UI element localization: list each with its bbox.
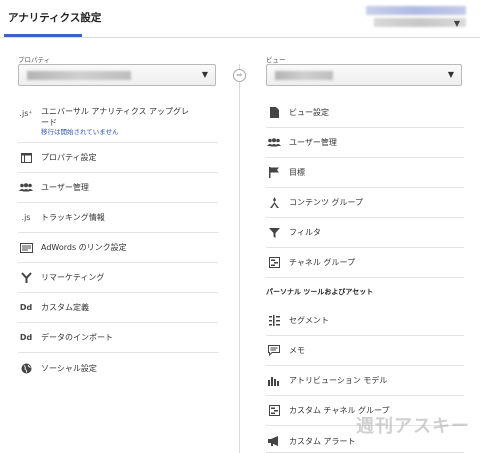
view-item-label: ビュー設定: [289, 108, 329, 117]
js-upgrade-icon: .js⁺: [19, 108, 33, 118]
column-divider: [239, 64, 240, 453]
property-item-label: データのインポート: [41, 333, 113, 342]
view-menu: ビュー設定 ユーザー管理 目標 コンテンツ グループ フィルタ チャネル グルー…: [266, 98, 464, 453]
chevron-down-icon: ▼: [447, 70, 454, 79]
property-item-label: リマーケティング: [41, 273, 105, 282]
property-select[interactable]: ▼: [18, 64, 216, 86]
property-item-label: AdWords のリンク設定: [41, 243, 127, 252]
view-item-content-groups[interactable]: コンテンツ グループ: [266, 188, 464, 218]
document-icon: [266, 106, 282, 120]
personal-tools-heading: パーソナル ツールおよびアセット: [266, 288, 374, 296]
property-column-label: プロパティ: [18, 56, 51, 64]
property-item-upgrade[interactable]: .js⁺ ユニバーサル アナリティクス アップグレード 移行は開始されていません: [18, 98, 218, 143]
view-item-segments[interactable]: セグメント: [266, 306, 464, 336]
view-item-label: コンテンツ グループ: [289, 198, 364, 207]
view-item-filters[interactable]: フィルタ: [266, 218, 464, 248]
users-icon: [266, 136, 282, 150]
property-item-label: プロパティ設定: [41, 153, 97, 162]
globe-icon: [18, 361, 34, 375]
view-item-attribution-models[interactable]: アトリビューション モデル: [266, 366, 464, 396]
remarketing-icon: [18, 271, 34, 285]
property-item-remarketing[interactable]: リマーケティング: [18, 263, 218, 293]
view-item-label: セグメント: [289, 316, 329, 325]
property-select-value-redacted: [27, 71, 131, 80]
top-bar: アナリティクス設定 ▼: [0, 0, 480, 38]
dd-icon: Dd: [19, 303, 33, 312]
property-item-custom-definitions[interactable]: Dd カスタム定義: [18, 293, 218, 323]
view-select-value-redacted: [275, 71, 333, 80]
view-item-settings[interactable]: ビュー設定: [266, 98, 464, 128]
account-id-redacted: [374, 18, 466, 27]
watermark: 週刊アスキー: [356, 416, 470, 437]
megaphone-icon: [266, 434, 282, 448]
filter-icon: [266, 226, 282, 240]
window-icon: [18, 151, 34, 165]
upgrade-status-link[interactable]: 移行は開始されていません: [41, 128, 191, 137]
view-item-channel-groups[interactable]: チャネル グループ: [266, 248, 464, 278]
property-item-adwords-link[interactable]: AdWords のリンク設定: [18, 233, 218, 263]
view-item-label: メモ: [289, 346, 305, 355]
dd-icon: Dd: [19, 333, 33, 342]
channel-group-icon: [266, 256, 282, 270]
view-item-label: ユーザー管理: [289, 138, 337, 147]
property-item-settings[interactable]: プロパティ設定: [18, 143, 218, 173]
view-item-label: アトリビューション モデル: [289, 376, 388, 385]
account-switcher[interactable]: ▼: [356, 6, 466, 30]
flag-icon: [266, 166, 282, 180]
view-select[interactable]: ▼: [266, 64, 462, 86]
view-item-label: カスタム アラート: [289, 436, 356, 446]
property-item-tracking-info[interactable]: .js トラッキング情報: [18, 203, 218, 233]
property-item-data-import[interactable]: Dd データのインポート: [18, 323, 218, 353]
users-icon: [18, 181, 34, 195]
content-group-icon: [266, 196, 282, 210]
property-menu: .js⁺ ユニバーサル アナリティクス アップグレード 移行は開始されていません…: [18, 98, 218, 383]
channel-group-icon: [266, 404, 282, 418]
chevron-down-icon: ▼: [453, 19, 460, 28]
property-item-label: ユニバーサル アナリティクス アップグレード: [41, 107, 190, 127]
chevron-down-icon: ▼: [201, 70, 208, 79]
segment-icon: [266, 314, 282, 328]
bar-chart-icon: [266, 374, 282, 388]
view-item-label: チャネル グループ: [289, 258, 355, 267]
property-item-label: カスタム定義: [41, 303, 89, 312]
active-tab-indicator: [4, 34, 82, 37]
view-item-label: フィルタ: [289, 228, 321, 237]
view-item-label: 目標: [289, 168, 305, 177]
arrow-right-icon: ⇨: [236, 71, 243, 79]
property-item-label: ユーザー管理: [41, 183, 89, 192]
property-item-user-management[interactable]: ユーザー管理: [18, 173, 218, 203]
account-name-redacted: [366, 6, 466, 15]
view-column-label: ビュー: [266, 56, 286, 64]
page-title[interactable]: アナリティクス設定: [8, 10, 101, 25]
adwords-icon: [18, 241, 34, 255]
view-item-goals[interactable]: 目標: [266, 158, 464, 188]
property-item-social-settings[interactable]: ソーシャル設定: [18, 353, 218, 383]
property-item-label: トラッキング情報: [41, 213, 105, 222]
property-item-label: ソーシャル設定: [41, 363, 97, 373]
js-icon: .js: [21, 213, 31, 222]
link-toggle-button[interactable]: ⇨: [233, 69, 246, 82]
comment-icon: [266, 344, 282, 358]
view-item-annotations[interactable]: メモ: [266, 336, 464, 366]
view-item-user-management[interactable]: ユーザー管理: [266, 128, 464, 158]
